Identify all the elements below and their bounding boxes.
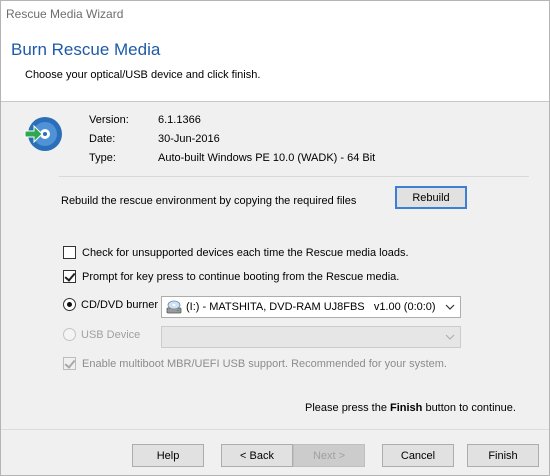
type-label: Type: — [89, 152, 116, 164]
finish-note-emph: Finish — [390, 402, 423, 414]
cd-dvd-selected-value: (I:) - MATSHITA, DVD-RAM UJ8FBS v1.00 (0… — [186, 301, 436, 313]
date-value: 30-Jun-2016 — [158, 133, 220, 145]
prompt-keypress-option[interactable]: Prompt for key press to continue booting… — [63, 270, 399, 283]
version-label: Version: — [89, 114, 129, 126]
check-unsupported-devices[interactable]: Check for unsupported devices each time … — [63, 246, 409, 259]
cd-dvd-radio[interactable] — [63, 298, 76, 311]
info-version-row: Version: 6.1.1366 — [89, 114, 509, 130]
version-value: 6.1.1366 — [158, 114, 201, 126]
cancel-button[interactable]: Cancel — [382, 444, 454, 467]
next-button[interactable]: Next > — [293, 444, 365, 467]
rescue-media-wizard-window: Rescue Media Wizard Burn Rescue Media Ch… — [0, 0, 550, 476]
title-bar: Rescue Media Wizard — [1, 1, 549, 28]
help-button[interactable]: Help — [132, 444, 204, 467]
type-value: Auto-built Windows PE 10.0 (WADK) - 64 B… — [158, 152, 376, 164]
check-unsupported-label: Check for unsupported devices each time … — [82, 246, 409, 259]
multiboot-option[interactable]: Enable multiboot MBR/UEFI USB support. R… — [63, 357, 447, 370]
info-date-row: Date: 30-Jun-2016 — [89, 133, 509, 149]
page-title: Burn Rescue Media — [11, 40, 161, 59]
prompt-keypress-label: Prompt for key press to continue booting… — [82, 270, 400, 283]
usb-device-label: USB Device — [81, 328, 141, 341]
usb-device-option[interactable]: USB Device — [63, 328, 140, 341]
chevron-down-icon — [445, 304, 455, 310]
cd-dvd-label: CD/DVD burner — [81, 298, 159, 311]
multiboot-label: Enable multiboot MBR/UEFI USB support. R… — [82, 357, 447, 370]
wizard-header: Burn Rescue Media Choose your optical/US… — [1, 28, 549, 102]
back-button[interactable]: < Back — [221, 444, 293, 467]
page-subtitle: Choose your optical/USB device and click… — [25, 69, 261, 81]
rebuild-description: Rebuild the rescue environment by copyin… — [61, 195, 357, 207]
info-type-row: Type: Auto-built Windows PE 10.0 (WADK) … — [89, 152, 509, 168]
prompt-keypress-checkbox[interactable] — [63, 270, 76, 283]
check-unsupported-checkbox[interactable] — [63, 246, 76, 259]
chevron-down-icon — [445, 334, 455, 340]
finish-button[interactable]: Finish — [467, 444, 539, 467]
usb-device-select[interactable] — [161, 326, 461, 348]
usb-device-radio[interactable] — [63, 328, 76, 341]
rescue-info-panel: Version: 6.1.1366 Date: 30-Jun-2016 Type… — [23, 114, 503, 169]
cd-dvd-burner-option[interactable]: CD/DVD burner — [63, 298, 158, 311]
optical-drive-icon — [166, 300, 182, 314]
date-label: Date: — [89, 133, 116, 145]
multiboot-checkbox[interactable] — [63, 357, 76, 370]
info-separator — [59, 176, 529, 177]
window-title: Rescue Media Wizard — [6, 7, 124, 21]
finish-note-suffix: button to continue. — [422, 402, 516, 414]
cd-dvd-device-select[interactable]: (I:) - MATSHITA, DVD-RAM UJ8FBS v1.00 (0… — [161, 296, 461, 318]
rebuild-button[interactable]: Rebuild — [395, 186, 467, 209]
finish-instruction: Please press the Finish button to contin… — [305, 402, 516, 414]
finish-note-prefix: Please press the — [305, 402, 390, 414]
disc-burn-icon — [24, 117, 62, 151]
footer-separator — [1, 429, 549, 430]
